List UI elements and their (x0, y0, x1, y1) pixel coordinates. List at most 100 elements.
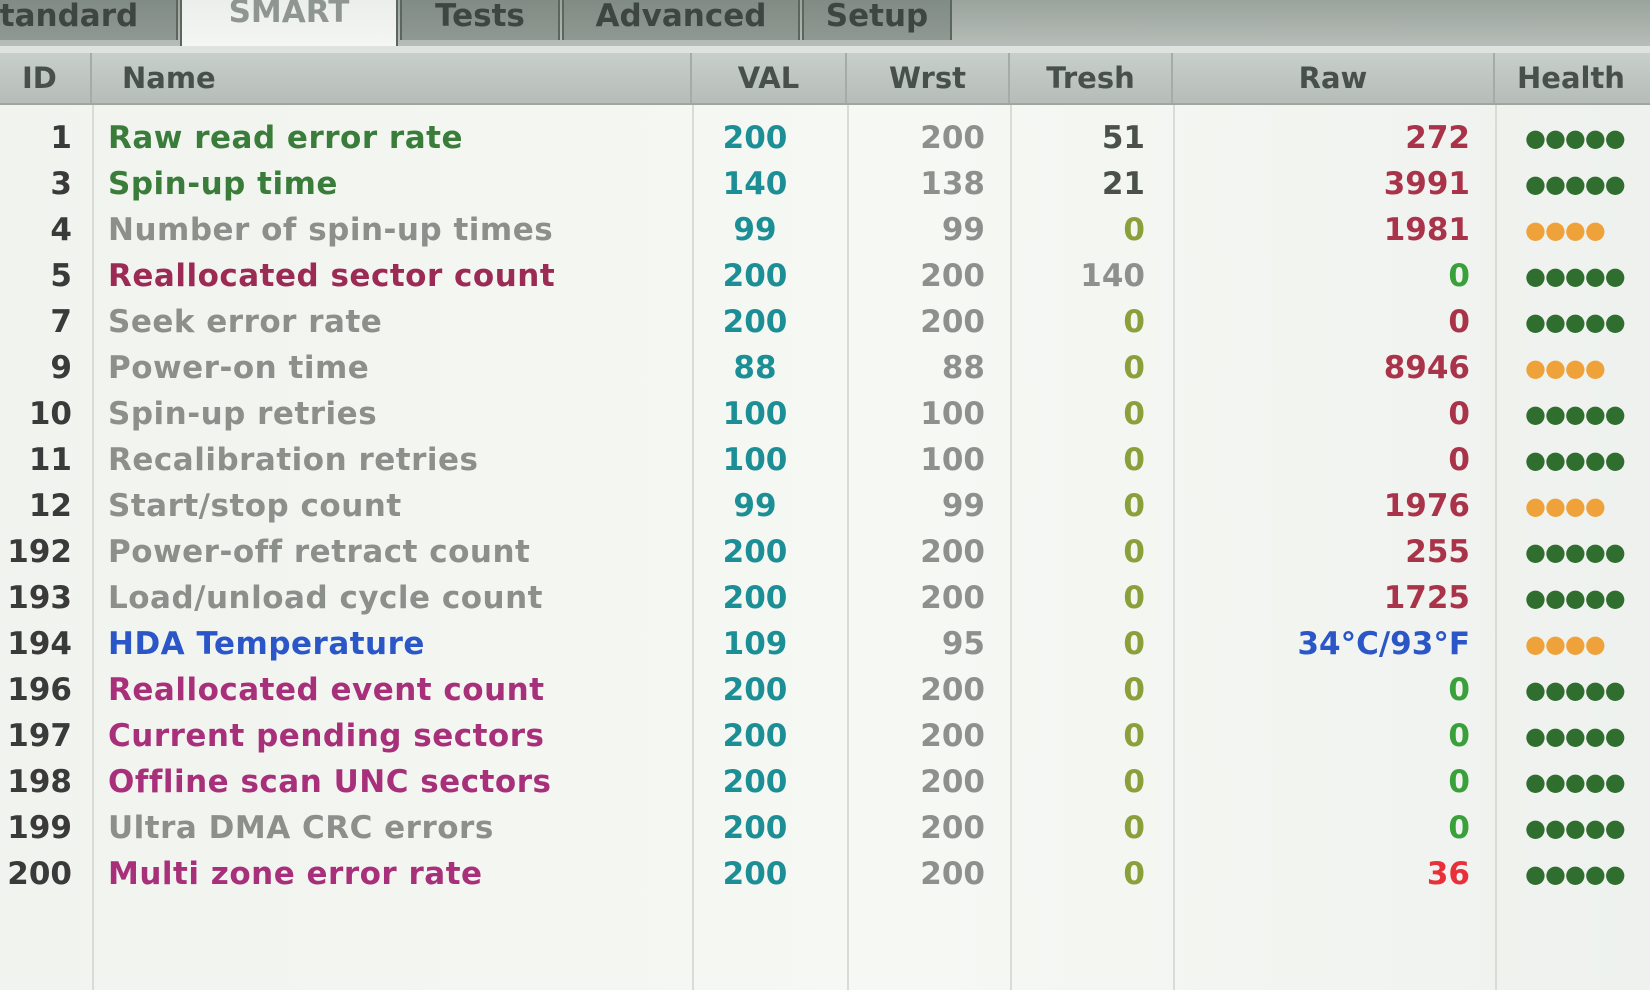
attribute-health: ●●●●● (1525, 814, 1626, 842)
table-row[interactable]: 5 Reallocated sector count 200 200 140 0 ●●●●● (0, 253, 1650, 299)
attribute-raw: 255 (1405, 534, 1470, 570)
table-row[interactable]: 7 Seek error rate 200 200 0 0 ●●●●● (0, 299, 1650, 345)
attribute-value: 200 (722, 672, 788, 708)
attribute-id: 4 (50, 212, 72, 248)
table-row[interactable]: 11 Recalibration retries 100 100 0 0 ●●●●● (0, 437, 1650, 483)
tab-smart[interactable]: SMART (180, 0, 398, 46)
table-row[interactable]: 10 Spin-up retries 100 100 0 0 ●●●●● (0, 391, 1650, 437)
attribute-worst: 200 (920, 580, 985, 616)
attribute-value: 200 (722, 534, 788, 570)
attribute-threshold: 0 (1123, 212, 1145, 248)
tab-bar: tandard SMART Tests Advanced Setup (0, 0, 1650, 46)
attribute-raw: 0 (1448, 764, 1470, 800)
tab-setup[interactable]: Setup (802, 0, 952, 40)
column-header-name[interactable]: Name (92, 53, 692, 103)
table-row[interactable]: 198 Offline scan UNC sectors 200 200 0 0 ●●●●● (0, 759, 1650, 805)
tab-tests[interactable]: Tests (400, 0, 560, 40)
attribute-worst: 99 (941, 488, 985, 524)
table-row[interactable]: 193 Load/unload cycle count 200 200 0 1725 ●●●… (0, 575, 1650, 621)
table-row[interactable]: 199 Ultra DMA CRC errors 200 200 0 0 ●●●●● (0, 805, 1650, 851)
column-header-tresh[interactable]: Tresh (1010, 53, 1173, 103)
attribute-id: 198 (7, 764, 72, 800)
attribute-health: ●●●● (1525, 354, 1606, 382)
attribute-name: Recalibration retries (108, 442, 479, 478)
table-row[interactable]: 196 Reallocated event count 200 200 0 0 ●●●●● (0, 667, 1650, 713)
attribute-value: 140 (722, 166, 788, 202)
column-header-raw[interactable]: Raw (1173, 53, 1495, 103)
tab-standard[interactable]: tandard (0, 0, 178, 40)
table-row[interactable]: 4 Number of spin-up times 99 99 0 1981 ●●●● (0, 207, 1650, 253)
attribute-worst: 95 (941, 626, 985, 662)
attribute-raw: 36 (1426, 856, 1470, 892)
attribute-raw: 1981 (1383, 212, 1470, 248)
attribute-name: Reallocated event count (108, 672, 545, 708)
table-row[interactable]: 194 HDA Temperature 109 95 0 34°C/93°F ●●●● (0, 621, 1650, 667)
attribute-value: 200 (722, 856, 788, 892)
attribute-worst: 200 (920, 764, 985, 800)
attribute-id: 12 (28, 488, 72, 524)
attribute-id: 7 (50, 304, 72, 340)
attribute-name: Seek error rate (108, 304, 383, 340)
table-row[interactable]: 3 Spin-up time 140 138 21 3991 ●●●●● (0, 161, 1650, 207)
attribute-value: 88 (733, 350, 777, 386)
attribute-value: 99 (733, 488, 777, 524)
column-header-val[interactable]: VAL (692, 53, 847, 103)
table-row[interactable]: 12 Start/stop count 99 99 0 1976 ●●●● (0, 483, 1650, 529)
attribute-worst: 100 (920, 442, 985, 478)
attribute-name: Ultra DMA CRC errors (108, 810, 494, 846)
attribute-worst: 200 (920, 258, 985, 294)
attribute-name: Number of spin-up times (108, 212, 554, 248)
attribute-id: 193 (7, 580, 72, 616)
attribute-id: 11 (28, 442, 72, 478)
attribute-threshold: 21 (1101, 166, 1145, 202)
table-row[interactable]: 9 Power-on time 88 88 0 8946 ●●●● (0, 345, 1650, 391)
table-row[interactable]: 192 Power-off retract count 200 200 0 255 ●●●●… (0, 529, 1650, 575)
table-row[interactable]: 197 Current pending sectors 200 200 0 0 ●●●●● (0, 713, 1650, 759)
attribute-health: ●●●●● (1525, 676, 1626, 704)
attribute-threshold: 0 (1123, 488, 1145, 524)
attribute-id: 1 (50, 120, 72, 156)
attribute-raw: 0 (1448, 396, 1470, 432)
attribute-threshold: 0 (1123, 672, 1145, 708)
attribute-id: 196 (7, 672, 72, 708)
attribute-raw: 8946 (1383, 350, 1470, 386)
attribute-worst: 200 (920, 718, 985, 754)
attribute-raw: 272 (1405, 120, 1470, 156)
attribute-threshold: 51 (1101, 120, 1145, 156)
smart-attributes-table: 1 Raw read error rate 200 200 51 272 ●●●●● 3 Spi… (0, 105, 1650, 990)
attribute-worst: 200 (920, 856, 985, 892)
attribute-health: ●●●●● (1525, 860, 1626, 888)
attribute-name: Spin-up time (108, 166, 338, 202)
attribute-id: 10 (28, 396, 72, 432)
table-row[interactable]: 200 Multi zone error rate 200 200 0 36 ●●●●● (0, 851, 1650, 897)
attribute-threshold: 0 (1123, 626, 1145, 662)
attribute-value: 109 (722, 626, 788, 662)
attribute-name: Raw read error rate (108, 120, 463, 156)
attribute-raw: 1976 (1383, 488, 1470, 524)
attribute-threshold: 0 (1123, 442, 1145, 478)
attribute-value: 200 (722, 304, 788, 340)
attribute-threshold: 0 (1123, 304, 1145, 340)
attribute-raw: 0 (1448, 718, 1470, 754)
attribute-value: 200 (722, 718, 788, 754)
table-row[interactable]: 1 Raw read error rate 200 200 51 272 ●●●●● (0, 115, 1650, 161)
attribute-threshold: 0 (1123, 810, 1145, 846)
column-header-wrst[interactable]: Wrst (847, 53, 1010, 103)
attribute-health: ●●●●● (1525, 124, 1626, 152)
attribute-id: 199 (7, 810, 72, 846)
attribute-name: Power-off retract count (108, 534, 531, 570)
tab-advanced[interactable]: Advanced (562, 0, 800, 40)
table-header: ID Name VAL Wrst Tresh Raw Health (0, 53, 1650, 105)
attribute-threshold: 0 (1123, 396, 1145, 432)
attribute-threshold: 0 (1123, 350, 1145, 386)
column-header-health[interactable]: Health (1495, 53, 1650, 103)
attribute-worst: 99 (941, 212, 985, 248)
attribute-value: 200 (722, 810, 788, 846)
attribute-id: 194 (7, 626, 72, 662)
attribute-raw: 3991 (1383, 166, 1470, 202)
column-header-id[interactable]: ID (0, 53, 92, 103)
attribute-id: 197 (7, 718, 72, 754)
attribute-name: Start/stop count (108, 488, 402, 524)
attribute-threshold: 0 (1123, 856, 1145, 892)
attribute-worst: 200 (920, 534, 985, 570)
